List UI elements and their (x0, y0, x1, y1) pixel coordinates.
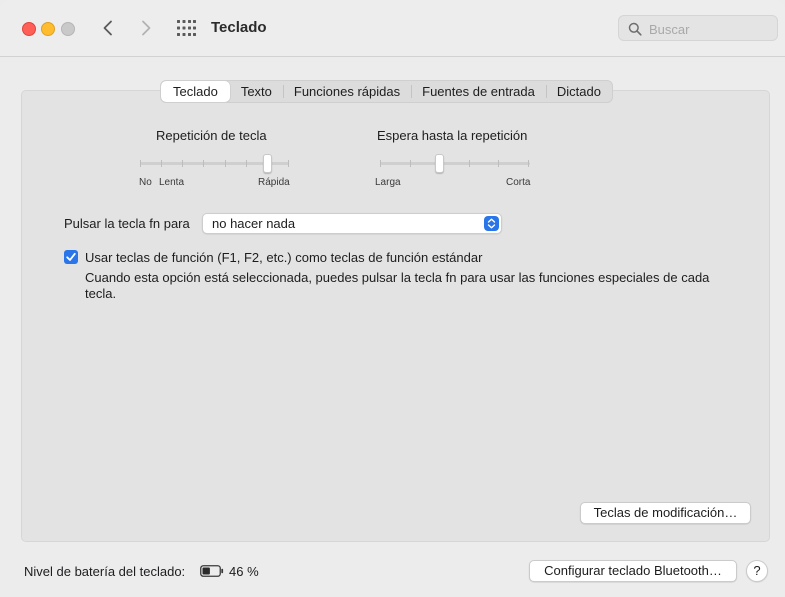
slider-tick (498, 160, 499, 167)
tab-funciones-rapidas[interactable]: Funciones rápidas (282, 81, 411, 102)
fn-key-popup[interactable]: no hacer nada (202, 213, 502, 234)
slider-tick (182, 160, 183, 167)
fn-key-label: Pulsar la tecla fn para (64, 216, 190, 231)
grid-icon (177, 20, 196, 36)
help-button[interactable]: ? (746, 560, 768, 582)
slider-tick (288, 160, 289, 167)
keyboard-preferences-window: Teclado Teclado Texto Funciones rápidas … (0, 0, 785, 597)
key-repeat-min-label: No (139, 177, 152, 188)
tab-bar: Teclado Texto Funciones rápidas Fuentes … (160, 80, 613, 103)
forward-button[interactable] (135, 17, 157, 39)
tab-teclado[interactable]: Teclado (161, 81, 230, 102)
function-keys-description: Cuando esta opción está seleccionada, pu… (85, 270, 710, 301)
tab-panel (21, 90, 770, 542)
close-button[interactable] (22, 22, 36, 36)
chevron-right-icon (142, 20, 151, 36)
slider-tick (246, 160, 247, 167)
show-all-button[interactable] (176, 19, 196, 37)
chevron-left-icon (103, 20, 112, 36)
delay-repeat-high-label: Corta (506, 177, 531, 188)
search-icon (628, 22, 642, 36)
slider-tick (203, 160, 204, 167)
slider-tick (528, 160, 529, 167)
minimize-button[interactable] (41, 22, 55, 36)
key-repeat-label: Repetición de tecla (156, 128, 267, 143)
modifier-keys-button[interactable]: Teclas de modificación… (580, 502, 751, 524)
delay-repeat-knob[interactable] (435, 154, 444, 173)
tab-texto[interactable]: Texto (230, 81, 283, 102)
fn-key-selected-value: no hacer nada (212, 216, 296, 231)
slider-tick (380, 160, 381, 167)
tab-fuentes-de-entrada[interactable]: Fuentes de entrada (411, 81, 546, 102)
checkmark-icon (66, 252, 76, 261)
slider-tick (161, 160, 162, 167)
slider-tick (140, 160, 141, 167)
search-field[interactable] (618, 15, 778, 41)
back-button[interactable] (97, 17, 119, 39)
key-repeat-knob[interactable] (263, 154, 272, 173)
slider-tick (469, 160, 470, 167)
delay-repeat-label: Espera hasta la repetición (377, 128, 528, 143)
slider-tick (410, 160, 411, 167)
battery-icon (200, 565, 224, 580)
slider-tick (225, 160, 226, 167)
function-keys-label[interactable]: Usar teclas de función (F1, F2, etc.) co… (85, 250, 482, 265)
tab-dictado[interactable]: Dictado (545, 81, 612, 102)
function-keys-checkbox[interactable] (64, 250, 78, 264)
battery-percent: 46 % (229, 564, 259, 579)
key-repeat-low-label: Lenta (159, 177, 185, 188)
window-title: Teclado (211, 19, 267, 36)
battery-level-label: Nivel de batería del teclado: (24, 564, 186, 579)
key-repeat-high-label: Rápida (258, 177, 290, 188)
search-input[interactable] (647, 19, 776, 39)
delay-repeat-track[interactable] (380, 162, 530, 165)
popup-stepper-icon (484, 216, 499, 231)
delay-repeat-low-label: Larga (375, 177, 401, 188)
bluetooth-keyboard-setup-button[interactable]: Configurar teclado Bluetooth… (529, 560, 737, 582)
zoom-button[interactable] (61, 22, 75, 36)
toolbar: Teclado (0, 0, 785, 57)
